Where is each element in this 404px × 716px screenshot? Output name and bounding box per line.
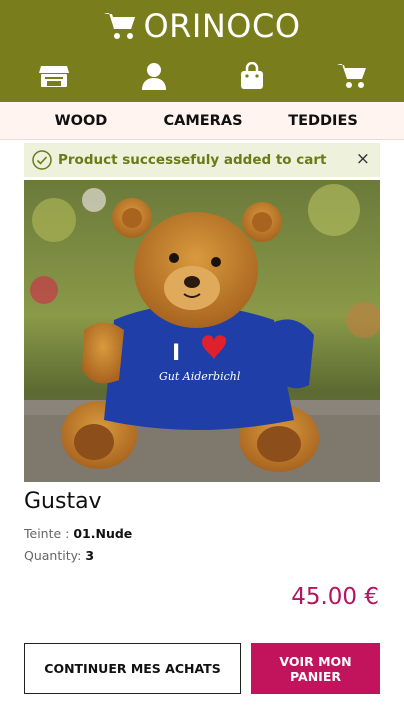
product-image: I Gut Aiderbichl — [24, 180, 380, 482]
shirt-text: Gut Aiderbichl — [159, 370, 241, 383]
product-color: Teinte : 01.Nude — [24, 526, 132, 541]
header-nav — [0, 58, 404, 94]
alert-message: Product successefuly added to cart — [58, 152, 327, 168]
category-wood[interactable]: WOOD — [40, 102, 122, 140]
view-cart-button[interactable]: VOIR MON PANIER — [251, 643, 380, 694]
product-price: 45.00 € — [291, 584, 379, 610]
continue-shopping-button[interactable]: CONTINUER MES ACHATS — [24, 643, 241, 694]
shopping-bag-icon — [241, 62, 263, 89]
account-button[interactable] — [134, 58, 174, 94]
color-label: Teinte : — [24, 526, 70, 541]
color-value: 01.Nude — [73, 526, 133, 541]
site-header: ORINOCO — [0, 0, 404, 102]
close-icon[interactable]: × — [356, 149, 370, 169]
quantity-value: 3 — [85, 548, 95, 563]
product-name: Gustav — [24, 489, 102, 514]
product-quantity: Quantity: 3 — [24, 548, 94, 563]
brand-name: ORINOCO — [143, 7, 301, 45]
cart-button[interactable] — [332, 58, 372, 94]
shopping-cart-icon — [337, 64, 366, 88]
store-button[interactable] — [34, 58, 74, 94]
shirt-text-top: I — [172, 341, 180, 366]
check-circle-icon — [32, 150, 52, 170]
user-icon — [142, 63, 166, 90]
teddy-bear-photo: I Gut Aiderbichl — [24, 180, 380, 482]
category-nav: WOOD CAMERAS TEDDIES — [0, 102, 404, 140]
category-cameras[interactable]: CAMERAS — [152, 102, 254, 140]
store-icon — [39, 66, 69, 87]
shopping-cart-icon — [104, 13, 136, 39]
bag-button[interactable] — [232, 58, 272, 94]
quantity-label: Quantity: — [24, 548, 82, 563]
category-teddies[interactable]: TEDDIES — [280, 102, 366, 140]
site-logo[interactable]: ORINOCO — [0, 8, 404, 44]
success-alert: Product successefuly added to cart × — [24, 143, 380, 177]
